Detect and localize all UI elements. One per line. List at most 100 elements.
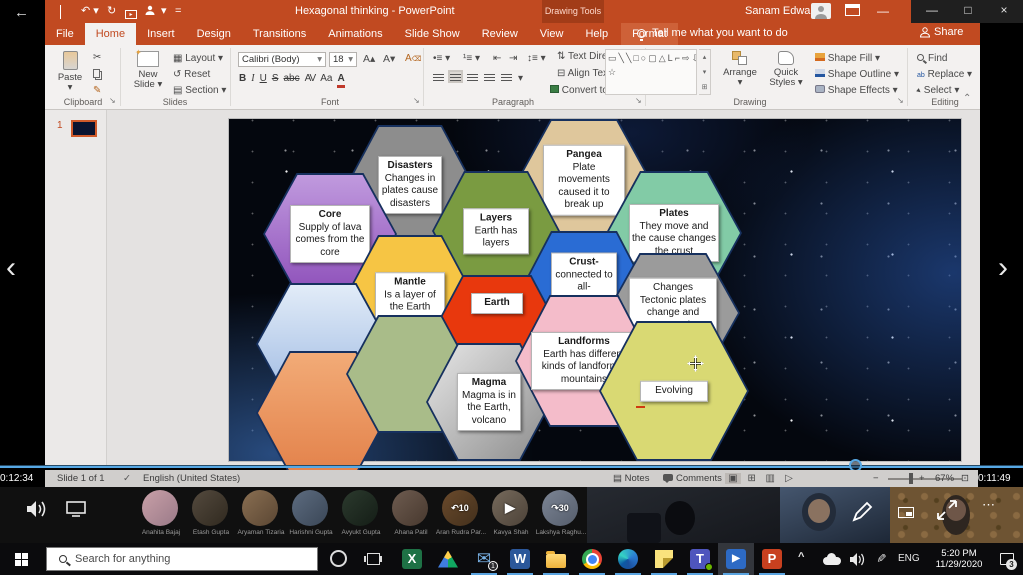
decrease-indent-icon[interactable]: ⇤: [493, 53, 501, 65]
volume-icon[interactable]: [26, 500, 48, 518]
grow-font-icon[interactable]: A▴: [363, 53, 375, 65]
font-style-av[interactable]: AV: [305, 73, 316, 85]
taskbar-app-sticky-notes[interactable]: [646, 543, 682, 575]
participant[interactable]: ▶Kavya Shah: [492, 490, 530, 526]
format-painter-icon[interactable]: ✎: [93, 85, 101, 97]
taskbar-app-edge[interactable]: [610, 543, 646, 575]
tray-expand-icon[interactable]: ^: [798, 551, 804, 563]
hexagon-label-mantle[interactable]: MantleIs a layer of the Earth: [375, 272, 445, 318]
taskbar-app-drive[interactable]: [430, 543, 466, 575]
zoom-slider-thumb[interactable]: [909, 473, 913, 484]
tab-review[interactable]: Review: [471, 23, 529, 45]
zoom-out-icon[interactable]: −: [873, 473, 879, 484]
participant[interactable]: Anahita Bajaj: [142, 490, 180, 526]
section-button[interactable]: ▤ Section ▾: [173, 85, 226, 97]
bullets-icon[interactable]: •≡ ▾: [433, 53, 450, 65]
clipboard-dialog-launcher[interactable]: ↘: [109, 96, 116, 105]
taskbar-app-chrome[interactable]: [574, 543, 610, 575]
columns-icon[interactable]: [501, 72, 512, 81]
font-style-a[interactable]: A: [337, 73, 344, 88]
shrink-font-icon[interactable]: A▾: [383, 53, 395, 65]
minimize-button[interactable]: —: [919, 3, 945, 17]
taskbar-app-powerpoint[interactable]: P: [754, 543, 790, 575]
drawing-dialog-launcher[interactable]: ↘: [897, 96, 904, 105]
shape-glyph[interactable]: ▢: [648, 53, 659, 63]
shape-glyph[interactable]: ⌐: [675, 53, 682, 63]
video-tile-2[interactable]: [780, 487, 890, 543]
shape-outline-button[interactable]: Shape Outline ▾: [815, 69, 899, 81]
new-slide-button[interactable]: ✦ New Slide ▾: [128, 51, 168, 90]
next-chevron-icon[interactable]: ›: [998, 253, 1008, 283]
shape-glyph[interactable]: ☆: [608, 67, 618, 77]
replace-button[interactable]: ab Replace ▾: [917, 69, 972, 82]
taskbar-app-teams[interactable]: T: [682, 543, 718, 575]
reading-view-icon[interactable]: ▥: [762, 473, 778, 484]
zoom-in-icon[interactable]: +: [919, 473, 925, 484]
participant[interactable]: Etash Gupta: [192, 490, 230, 526]
picture-in-picture-icon[interactable]: [898, 507, 914, 518]
layout-button[interactable]: ▦ Layout ▾: [173, 53, 223, 65]
shape-glyph[interactable]: ⇨: [682, 53, 692, 63]
participant[interactable]: ↶10Aran Rudra Par...: [442, 490, 480, 526]
video-tile-3[interactable]: ⋯: [890, 487, 1023, 543]
tell-me-box[interactable]: Tell me what you want to do: [637, 27, 788, 39]
slide-thumbnail-panel[interactable]: 1: [45, 110, 107, 465]
undo-icon[interactable]: ↶ ▾: [81, 4, 99, 18]
restore-button[interactable]: □: [955, 3, 981, 17]
paragraph-dialog-launcher[interactable]: ↘: [635, 96, 642, 105]
numbering-icon[interactable]: ¹≡ ▾: [463, 53, 480, 65]
taskbar-app-explorer[interactable]: [538, 543, 574, 575]
reset-button[interactable]: ↺ Reset: [173, 69, 210, 81]
tab-slide-show[interactable]: Slide Show: [394, 23, 471, 45]
taskbar-app-movies-tv[interactable]: ▶: [718, 543, 754, 575]
font-style-u[interactable]: U: [260, 73, 267, 85]
pencil-icon[interactable]: [850, 500, 874, 524]
font-style-aa[interactable]: Aa: [320, 73, 332, 85]
start-button[interactable]: [15, 553, 28, 566]
font-family-select[interactable]: Calibri (Body)▾: [238, 52, 326, 67]
participant[interactable]: Avyukt Gupta: [342, 490, 380, 526]
font-style-s[interactable]: S: [272, 73, 279, 85]
tab-view[interactable]: View: [529, 23, 575, 45]
hexagon-label-disasters[interactable]: DisastersChanges in plates cause disaste…: [378, 156, 442, 214]
shapes-gallery-scroll[interactable]: ▴▾⊞: [699, 49, 711, 95]
previous-chevron-icon[interactable]: ‹: [6, 253, 16, 283]
arrange-button[interactable]: Arrange▾: [718, 51, 762, 88]
notes-button[interactable]: ▤ Notes: [613, 473, 649, 484]
spellcheck-icon[interactable]: ✓: [123, 473, 131, 484]
participant[interactable]: Ahana Patil: [392, 490, 430, 526]
onedrive-icon[interactable]: [823, 557, 841, 565]
tray-volume-icon[interactable]: [850, 553, 865, 566]
task-view-icon[interactable]: [367, 553, 380, 565]
qat-more-icon[interactable]: =: [175, 4, 181, 18]
user-avatar[interactable]: [811, 3, 831, 19]
shape-glyph[interactable]: □: [633, 53, 640, 63]
shape-glyph[interactable]: ▭: [608, 53, 619, 63]
shape-glyph[interactable]: ⇩: [692, 53, 698, 63]
hexagon-label-layers[interactable]: LayersEarth has layers: [463, 208, 529, 254]
slide-sorter-view-icon[interactable]: ⊞: [744, 473, 760, 484]
comments-button[interactable]: Comments: [663, 473, 722, 484]
font-dialog-launcher[interactable]: ↘: [413, 96, 420, 105]
participant[interactable]: ↷30Lakshya Raghu...: [542, 490, 580, 526]
hexagon-label-earth[interactable]: Earth: [471, 293, 523, 314]
back-arrow-icon[interactable]: ←: [14, 4, 29, 21]
font-style-abc[interactable]: abc: [283, 73, 299, 85]
fit-to-window-icon[interactable]: ⊡: [961, 473, 969, 484]
screen-share-icon[interactable]: [66, 501, 86, 517]
align-left-icon[interactable]: [433, 72, 444, 81]
playback-progress-bar[interactable]: [0, 465, 1023, 468]
qat-dropdown-icon[interactable]: ▾: [161, 4, 167, 18]
video-tile-1[interactable]: [587, 487, 780, 543]
cut-icon[interactable]: ✂: [93, 52, 101, 64]
find-button[interactable]: Find: [917, 53, 947, 65]
hexagon-label-evolving[interactable]: Evolving: [640, 381, 708, 402]
close-button[interactable]: ×: [991, 3, 1017, 17]
normal-view-icon[interactable]: ▣: [725, 473, 741, 484]
expand-icon[interactable]: [936, 499, 958, 521]
align-justify-icon[interactable]: [484, 72, 495, 81]
slide-thumbnail[interactable]: [71, 120, 97, 137]
tab-insert[interactable]: Insert: [136, 23, 186, 45]
share-button[interactable]: Share: [920, 26, 963, 38]
shape-fill-button[interactable]: Shape Fill ▾: [815, 53, 880, 65]
